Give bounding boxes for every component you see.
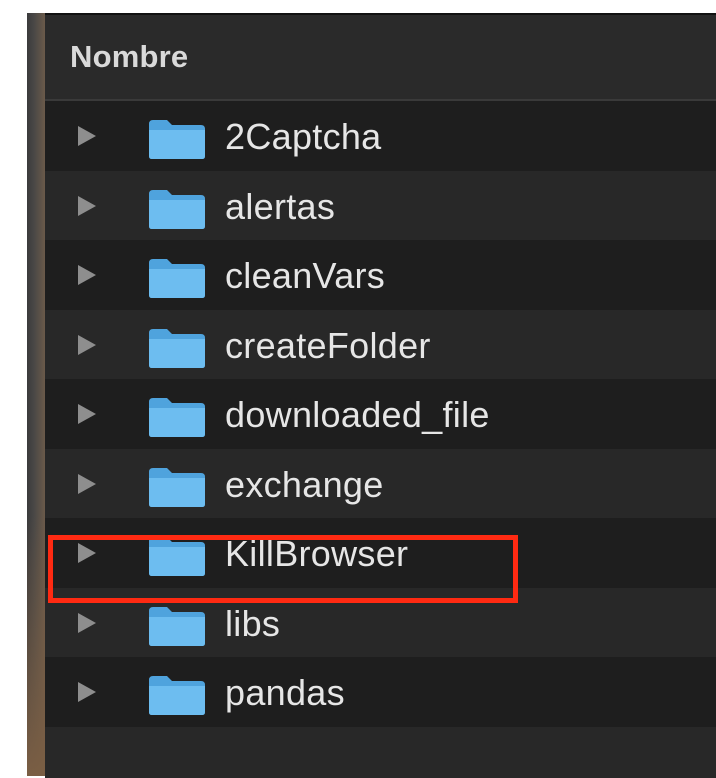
folder-icon [147,188,207,230]
list-item[interactable]: KillBrowser [45,518,716,588]
folder-name: 2Captcha [225,116,382,158]
list-item[interactable]: cleanVars [45,240,716,310]
folder-name: exchange [225,464,384,506]
folder-icon [147,396,207,438]
folder-icon [147,466,207,508]
disclosure-triangle-icon[interactable] [78,196,96,216]
folder-name: cleanVars [225,255,385,297]
window-edge [27,13,45,776]
folder-icon [147,118,207,160]
file-list-panel: Nombre 2Captcha alertas [45,13,716,778]
folder-name: KillBrowser [225,533,408,575]
list-item[interactable]: exchange [45,449,716,519]
screenshot-frame: Nombre 2Captcha alertas [0,0,716,776]
folder-name: createFolder [225,325,431,367]
disclosure-triangle-icon[interactable] [78,335,96,355]
list-item[interactable]: downloaded_file [45,379,716,449]
list-item[interactable]: 2Captcha [45,101,716,171]
disclosure-triangle-icon[interactable] [78,682,96,702]
column-header-label: Nombre [70,39,188,75]
disclosure-triangle-icon[interactable] [78,474,96,494]
folder-icon [147,327,207,369]
disclosure-triangle-icon[interactable] [78,543,96,563]
disclosure-triangle-icon[interactable] [78,613,96,633]
list-item[interactable]: alertas [45,171,716,241]
list-item[interactable]: createFolder [45,310,716,380]
folder-icon [147,257,207,299]
list-item[interactable]: pandas [45,657,716,727]
folder-list: 2Captcha alertas cleanVars [45,101,716,778]
folder-icon [147,605,207,647]
folder-name: libs [225,603,280,645]
folder-icon [147,535,207,577]
disclosure-triangle-icon[interactable] [78,404,96,424]
disclosure-triangle-icon[interactable] [78,126,96,146]
list-item[interactable]: libs [45,588,716,658]
empty-row [45,727,716,778]
disclosure-triangle-icon[interactable] [78,265,96,285]
folder-icon [147,674,207,716]
column-header[interactable]: Nombre [45,15,716,101]
folder-name: alertas [225,186,335,228]
folder-name: downloaded_file [225,394,490,436]
folder-name: pandas [225,672,345,714]
